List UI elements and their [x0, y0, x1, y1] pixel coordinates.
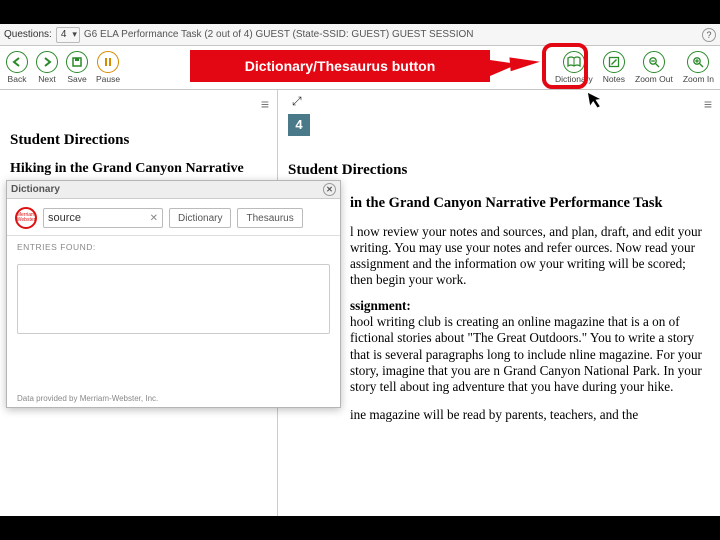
pause-icon: [97, 51, 119, 73]
results-box[interactable]: [17, 264, 330, 334]
dialog-search-row: Merriam Webster source ✕ Dictionary Thes…: [7, 199, 340, 236]
thes-tab-label: Thesaurus: [246, 213, 293, 224]
dictionary-tab[interactable]: Dictionary: [169, 208, 231, 228]
dict-tab-label: Dictionary: [178, 213, 222, 224]
student-directions-heading-right: Student Directions: [288, 162, 710, 179]
clear-icon[interactable]: ✕: [150, 213, 158, 224]
merriam-webster-logo: Merriam Webster: [15, 207, 37, 229]
expand-icon[interactable]: ⤢: [292, 94, 302, 109]
dictionary-button[interactable]: Dictionary: [555, 51, 593, 84]
zoom-out-label: Zoom Out: [635, 74, 673, 84]
search-input[interactable]: source ✕: [43, 208, 163, 228]
dialog-title: Dictionary: [11, 184, 60, 195]
task-title-right: in the Grand Canyon Narrative Performanc…: [350, 195, 710, 212]
hamburger-icon[interactable]: ≡: [261, 96, 269, 112]
book-icon: [563, 51, 585, 73]
question-selector[interactable]: 4 ▾: [56, 27, 80, 43]
data-credit: Data provided by Merriam-Webster, Inc.: [17, 394, 158, 403]
hamburger-icon-right[interactable]: ≡: [704, 96, 712, 112]
thesaurus-tab[interactable]: Thesaurus: [237, 208, 302, 228]
dictionary-label: Dictionary: [555, 74, 593, 84]
assignment-label: ssignment:: [350, 298, 710, 314]
save-button[interactable]: Save: [66, 51, 88, 84]
save-label: Save: [67, 74, 86, 84]
paragraph-1: l now review your notes and sources, and…: [350, 224, 710, 288]
pause-label: Pause: [96, 74, 120, 84]
mw-text: Merriam Webster: [17, 213, 36, 223]
dictionary-dialog[interactable]: Dictionary ✕ Merriam Webster source ✕ Di…: [6, 180, 341, 408]
questions-label: Questions:: [4, 29, 52, 40]
header-bar: Questions: 4 ▾ G6 ELA Performance Task (…: [0, 24, 720, 46]
right-pane: ⤢ ≡ 4 Student Directions in the Grand Ca…: [278, 90, 720, 516]
chevron-down-icon: ▾: [72, 29, 77, 40]
zoom-out-button[interactable]: Zoom Out: [635, 51, 673, 84]
paragraph-2: hool writing club is creating an online …: [350, 314, 710, 394]
save-icon: [66, 51, 88, 73]
entries-found-label: ENTRIES FOUND:: [7, 236, 340, 258]
next-button[interactable]: Next: [36, 51, 58, 84]
notes-button[interactable]: Notes: [603, 51, 625, 84]
help-icon[interactable]: ?: [702, 28, 716, 42]
pause-button[interactable]: Pause: [96, 51, 120, 84]
back-button[interactable]: Back: [6, 51, 28, 84]
close-icon[interactable]: ✕: [323, 183, 336, 196]
zoom-in-icon: [687, 51, 709, 73]
search-value: source: [48, 212, 81, 224]
zoom-in-button[interactable]: Zoom In: [683, 51, 714, 84]
zoom-in-label: Zoom In: [683, 74, 714, 84]
question-number: 4: [61, 29, 67, 40]
breadcrumb: G6 ELA Performance Task (2 out of 4) GUE…: [84, 29, 474, 40]
back-label: Back: [8, 74, 27, 84]
notes-label: Notes: [603, 74, 625, 84]
next-label: Next: [38, 74, 55, 84]
dialog-titlebar[interactable]: Dictionary ✕: [7, 181, 340, 199]
callout-arrow-2: [509, 55, 540, 72]
question-number-badge: 4: [288, 114, 310, 136]
arrow-left-icon: [6, 51, 28, 73]
zoom-out-icon: [643, 51, 665, 73]
task-title-left: Hiking in the Grand Canyon Narrative: [10, 161, 267, 177]
cursor-icon: [586, 89, 605, 111]
callout-box: Dictionary/Thesaurus button: [190, 50, 490, 82]
callout-text: Dictionary/Thesaurus button: [245, 58, 436, 74]
paragraph-3: ine magazine will be read by parents, te…: [350, 407, 710, 423]
arrow-right-icon: [36, 51, 58, 73]
student-directions-heading: Student Directions: [10, 132, 267, 149]
pencil-square-icon: [603, 51, 625, 73]
